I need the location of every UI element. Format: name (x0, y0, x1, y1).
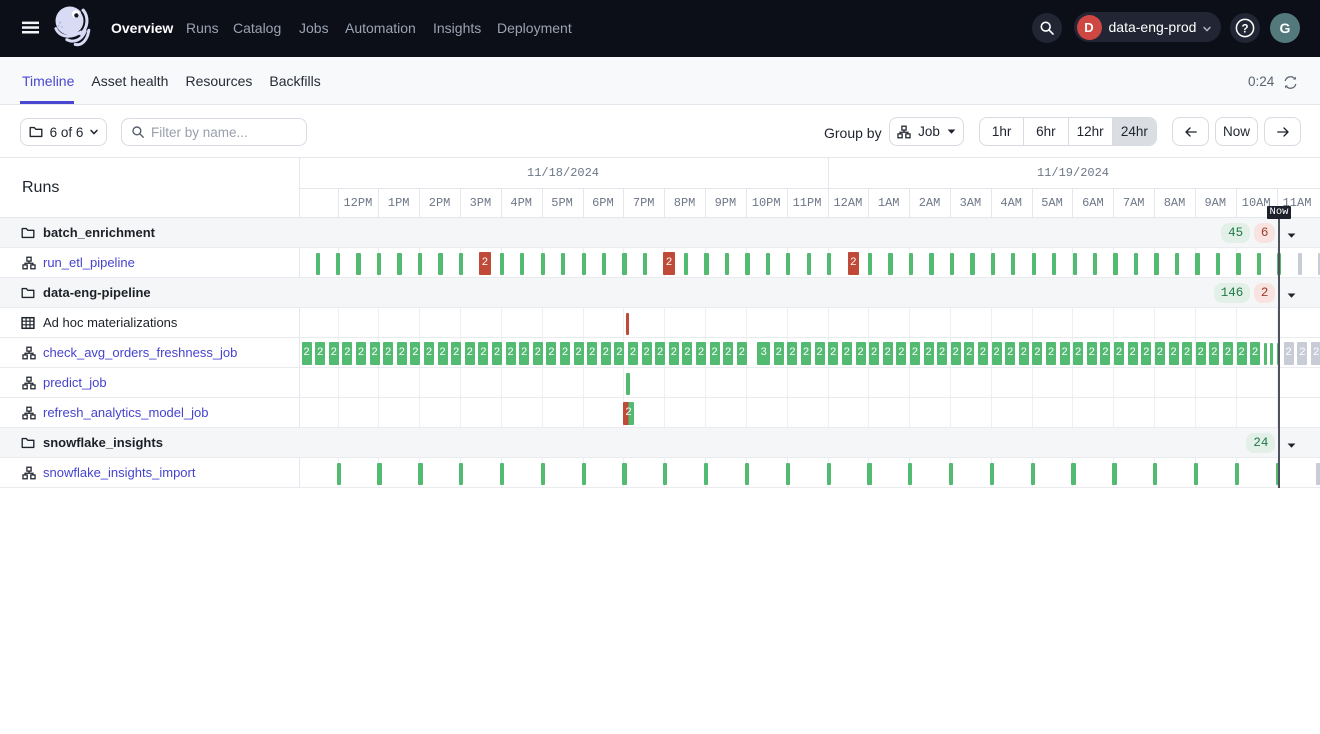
svg-text:?: ? (1241, 23, 1248, 35)
